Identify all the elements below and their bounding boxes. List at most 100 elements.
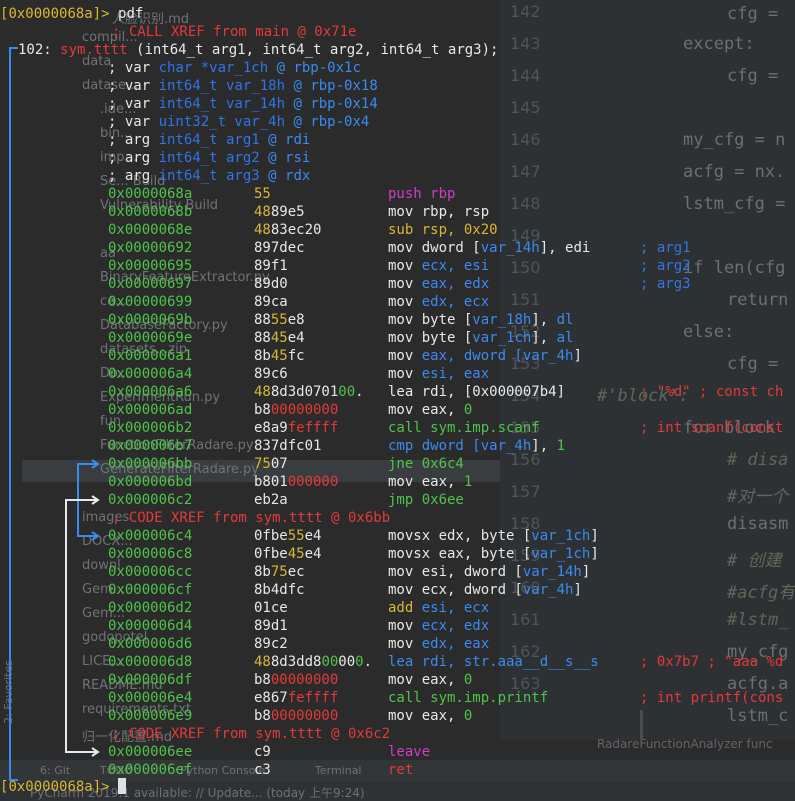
byte-chunk: 88 (254, 312, 271, 328)
comment-text: ; arg1 (640, 240, 691, 256)
instr-mnemonic: ret (388, 761, 413, 779)
operand: var_4h (522, 582, 574, 598)
instr-mnemonic: mov eax, 0 (388, 671, 472, 689)
operand: cmp dword [ (388, 438, 481, 454)
operand: var_1ch (531, 546, 591, 562)
var-keyword: ; arg (108, 132, 159, 148)
instr-bytes: 8855e8 (254, 311, 305, 329)
disasm-row: 0x000006c4 0fbe55e4 movsx edx, byte [var_1… (108, 527, 795, 545)
operand: ret (388, 762, 414, 778)
byte-chunk: 0fbe (254, 528, 288, 544)
comment-text: ; arg2 (640, 258, 691, 274)
var-keyword: ; var (108, 78, 159, 94)
disasm-row: 0x000006df b800000000 mov eax, 0 (108, 671, 795, 689)
prompt-line-2[interactable]: [0x0000068a]> (0, 778, 127, 796)
byte-chunk: ec (287, 564, 305, 580)
operand: var_14h (522, 564, 582, 580)
instr-address: 0x000006c2 (108, 492, 193, 508)
var-line: ; var int64_t var_18h @ rbp-0x18 (108, 77, 378, 95)
byte-chunk: b8 (254, 402, 271, 418)
operand: var_4h (480, 438, 532, 454)
instr-bytes: 89d1 (254, 617, 288, 635)
byte-chunk: 55 (254, 186, 271, 202)
instr-address: 0x000006a6 (108, 384, 193, 400)
byte-chunk: 45 (270, 348, 288, 364)
instr-mnemonic: mov rbp, rsp (388, 203, 489, 221)
byte-chunk: 00000000 (270, 708, 339, 724)
operand: movsx edx, byte [ (388, 528, 532, 544)
instr-address: 0x000006d4 (108, 618, 193, 634)
byte-chunk: 48 (254, 204, 271, 220)
operand: lea rdi, [0x000007b4] (388, 384, 566, 400)
instr-bytes: b800000000 (254, 401, 338, 419)
instr-comment: ; int scanf(const (640, 419, 783, 437)
byte-chunk: 45 (270, 330, 288, 346)
instr-address: 0x000006b7 (108, 438, 193, 454)
instr-bytes: c9 (254, 743, 271, 761)
instr-address: 0x0000069b (108, 312, 193, 328)
instr-mnemonic: mov ecx, edx (388, 617, 489, 635)
var-line: ; arg int64_t arg3 @ rdx (108, 167, 310, 185)
comment-text: ; int scanf(const (640, 420, 784, 436)
disasm-row: 0x00000695 89f1 mov ecx, esi ; arg2 (108, 257, 795, 275)
byte-chunk: 75 (254, 456, 271, 472)
byte-chunk: 00 (338, 384, 356, 400)
terminal[interactable]: [0x0000068a]> pdf ; CALL XREF from main … (0, 0, 795, 801)
operand: mov eax, (388, 474, 464, 490)
byte-chunk: 897dec (254, 240, 305, 256)
instr-mnemonic: mov eax, dword [var_4h] (388, 347, 582, 365)
instr-bytes: 8b4dfc (254, 581, 305, 599)
instr-comment: ; 0x7b7 ; "aaa %d (640, 653, 783, 671)
operand: leave (388, 744, 431, 760)
operand: mov dword [ (388, 240, 481, 256)
instr-bytes: 89d0 (254, 275, 288, 293)
byte-chunk: fc (287, 348, 305, 364)
byte-chunk: 00000000 (270, 672, 339, 688)
operand: mov eax, (388, 672, 464, 688)
instr-bytes: 8b45fc (254, 347, 305, 365)
operand: var_1ch (472, 330, 532, 346)
instr-comment: ; arg2 (640, 257, 691, 275)
disasm-row: 0x0000068a 55 push rbp (108, 185, 795, 203)
byte-chunk: e8 (254, 420, 271, 436)
function-bracket (9, 47, 18, 781)
instr-mnemonic: movsx eax, byte [var_1ch] (388, 545, 599, 563)
disasm-row: 0x000006b7 837dfc01 cmp dword [var_4h], 1 (108, 437, 795, 455)
comment-text: ; 0x7b7 ; "aaa %d (640, 654, 784, 670)
operand: ] (590, 546, 599, 562)
instr-address: 0x000006cc (108, 564, 193, 580)
instr-comment: ; arg1 (640, 239, 691, 257)
byte-chunk: 000000 (287, 474, 339, 490)
instr-comment: ; int printf(cons (640, 689, 783, 707)
instr-mnemonic: jne 0x6c4 (388, 455, 464, 473)
instr-mnemonic: mov eax, 1 (388, 473, 472, 491)
instr-mnemonic: lea rdi, str.aaa__d__s__s (388, 653, 599, 671)
instr-mnemonic: lea rdi, [0x000007b4] (388, 383, 565, 401)
instr-address: 0x000006d2 (108, 600, 193, 616)
byte-chunk: e4 (287, 330, 305, 346)
instr-address: 0x000006e9 (108, 708, 193, 724)
operand: ], (531, 312, 557, 328)
operand: ecx, esi (421, 258, 490, 274)
operand: mov (388, 618, 422, 634)
byte-chunk: 75 (270, 564, 288, 580)
instr-mnemonic: sub rsp, 0x20 (388, 221, 498, 239)
operand: edx, ecx (421, 294, 490, 310)
byte-chunk: fe (287, 420, 305, 436)
comment-text: ; int printf(cons (640, 690, 784, 706)
operand: 0 (463, 708, 473, 724)
instr-bytes: c3 (254, 761, 271, 779)
operand: call sym.imp.printf (388, 690, 549, 706)
instr-bytes: 55 (254, 185, 271, 203)
var-at: @ (259, 150, 286, 166)
instr-address: 0x0000068b (108, 204, 193, 220)
operand: mov (388, 366, 422, 382)
function-header: 102: sym.tttt (int64_t arg1, int64_t arg… (18, 41, 498, 59)
disasm-row: 0x000006a1 8b45fc mov eax, dword [var_4h] (108, 347, 795, 365)
instr-mnemonic: mov dword [var_14h], edi (388, 239, 590, 257)
byte-chunk: b8 (254, 474, 271, 490)
instr-bytes: b800000000 (254, 707, 338, 725)
instr-address: 0x000006ef (108, 762, 193, 778)
instr-bytes: 01ce (254, 599, 288, 617)
instr-bytes: eb2a (254, 491, 288, 509)
